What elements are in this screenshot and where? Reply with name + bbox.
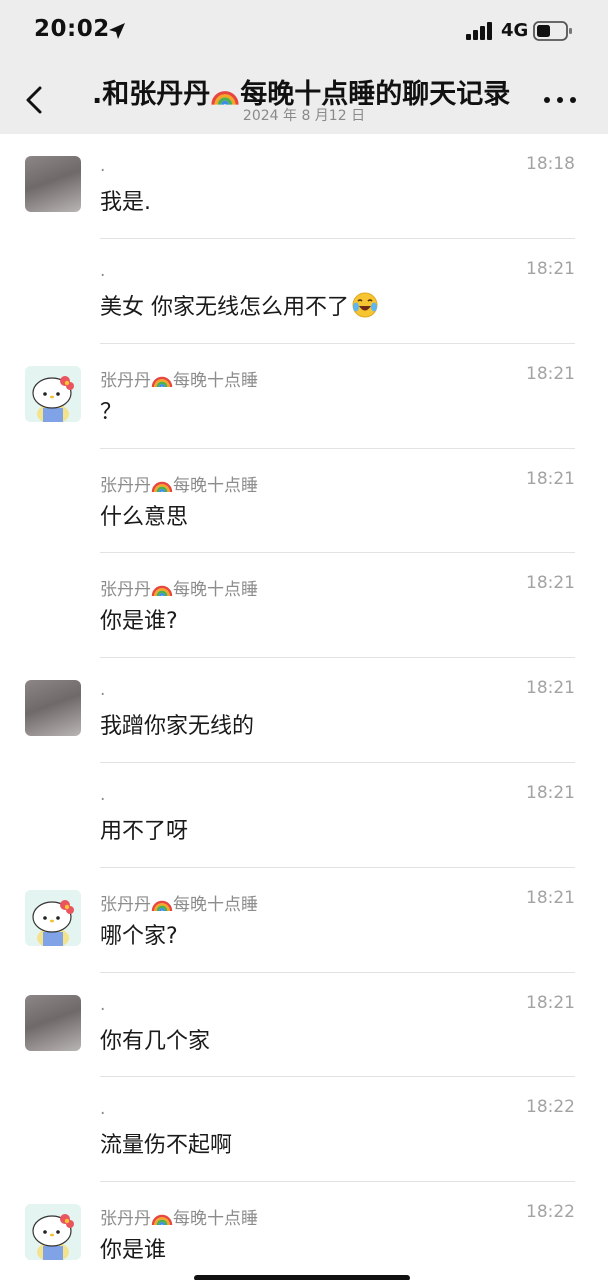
message-item: . 18:21 我蹭你家无线的 [0,658,608,763]
hello-kitty-avatar-icon [25,1204,81,1261]
home-indicator[interactable] [194,1275,410,1280]
sender-name: . [100,261,106,281]
rainbow-emoji-icon [211,91,239,106]
avatar[interactable] [25,156,81,212]
sender-name: 张丹丹 每晚十点睡 [100,575,258,600]
message-text: 我蹭你家无线的 [100,714,255,740]
avatar[interactable] [25,365,81,422]
avatar[interactable] [25,889,81,946]
message-time: 18:21 [526,887,575,908]
message-time: 18:21 [526,573,575,594]
avatar[interactable] [25,680,81,737]
nav-bar: .和张丹丹 每晚十点睡的聊天记录 2024 年 8 月12 日 [0,62,608,134]
message-time: 18:21 [526,363,575,384]
message-text: 我是. [100,190,151,215]
top-bar: 20:02 4G .和张丹丹 每晚十点睡的聊天记录 2024 年 8 月12 日 [0,0,608,134]
message-text-content: 美女 你家无线怎么用不了 [100,295,349,320]
sender-name: . [100,784,106,805]
message-list[interactable]: . 18:18 我是. . 18:21 美女 你家无线怎么用不了 张丹丹 每晚十… [0,134,608,1280]
more-dots-icon[interactable] [540,86,580,114]
message-item: . 18:21 美女 你家无线怎么用不了 [0,239,608,344]
sender-name-suffix: 每晚十点睡 [173,475,258,496]
message-time: 18:21 [526,468,575,489]
sender-name-prefix: 张丹丹 [100,370,151,391]
message-item: . 18:18 我是. [0,134,608,239]
message-item: 张丹丹 每晚十点睡 18:21 你是谁? [0,553,608,659]
message-text: ？ [100,399,123,425]
message-text: 你有几个家 [100,1028,211,1054]
message-time: 18:21 [526,992,575,1013]
message-text: 你是谁 [100,1238,167,1264]
status-bar: 20:02 4G [0,0,608,62]
network-type: 4G [501,20,529,41]
message-time: 18:18 [526,154,575,174]
rainbow-emoji-icon [151,900,173,912]
sender-name-prefix: 张丹丹 [100,894,151,915]
rainbow-emoji-icon [151,1214,173,1226]
status-time: 20:02 [34,16,110,42]
message-text: 你是谁? [100,609,178,635]
rainbow-emoji-icon [151,376,173,388]
message-time: 18:22 [526,1202,575,1223]
message-text: 美女 你家无线怎么用不了 [100,289,379,321]
sender-name-suffix: 每晚十点睡 [173,894,258,915]
sender-name-suffix: 每晚十点睡 [173,580,258,601]
message-text: 什么意思 [100,504,189,530]
rainbow-emoji-icon [151,586,173,597]
sender-name-prefix: 张丹丹 [100,475,151,496]
message-item: . 18:21 你有几个家 [0,973,608,1078]
message-item: 张丹丹 每晚十点睡 18:21 ？ [0,344,608,449]
message-text: 流量伤不起啊 [100,1133,233,1159]
avatar[interactable] [25,994,81,1051]
sender-name: . [100,156,106,176]
message-item: 张丹丹 每晚十点睡 18:22 你是谁 [0,1182,608,1280]
sender-name-suffix: 每晚十点睡 [173,370,258,391]
sender-name: . [100,994,106,1015]
sender-name: 张丹丹 每晚十点睡 [100,366,258,391]
hello-kitty-avatar-icon [25,889,81,946]
sender-name: . [100,1099,106,1120]
message-item: . 18:22 流量伤不起啊 [0,1077,608,1183]
rainbow-emoji-icon [151,481,173,492]
battery-icon [533,21,572,41]
sender-name-suffix: 每晚十点睡 [173,1209,258,1230]
message-text: 用不了呀 [100,818,189,844]
avatar[interactable] [25,1204,81,1261]
message-item: 张丹丹 每晚十点睡 18:21 哪个家? [0,868,608,973]
laughing-crying-emoji-icon [352,292,378,318]
sender-name: 张丹丹 每晚十点睡 [100,1204,258,1229]
sender-name: . [100,680,106,701]
message-text: 哪个家? [100,923,178,949]
message-time: 18:21 [526,678,575,699]
cellular-signal-icon [466,22,492,40]
sender-name-prefix: 张丹丹 [100,1209,151,1230]
message-time: 18:21 [526,259,575,279]
hello-kitty-avatar-icon [25,365,81,422]
message-time: 18:21 [526,782,575,803]
sender-name: 张丹丹 每晚十点睡 [100,890,258,915]
message-item: 张丹丹 每晚十点睡 18:21 什么意思 [0,449,608,554]
message-time: 18:22 [526,1097,575,1118]
message-item: . 18:21 用不了呀 [0,763,608,868]
sender-name-prefix: 张丹丹 [100,580,151,601]
location-arrow-icon [109,23,125,39]
chat-date: 2024 年 8 月12 日 [242,108,366,124]
sender-name: 张丹丹 每晚十点睡 [100,471,258,496]
